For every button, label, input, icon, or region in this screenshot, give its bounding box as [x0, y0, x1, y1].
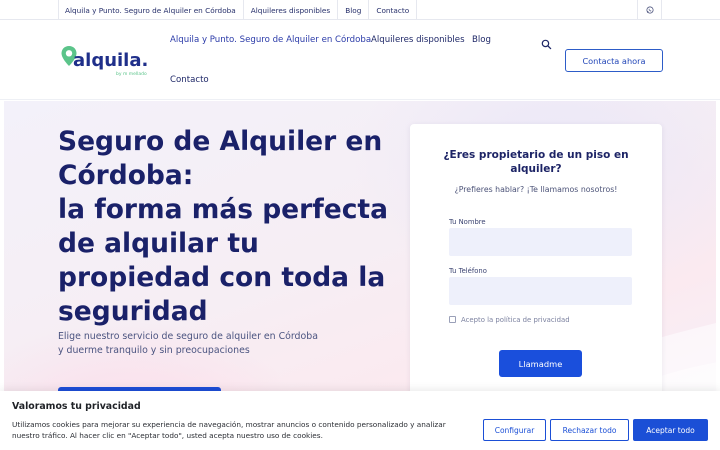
- site-header: alquila. by m mellado Alquila y Punto. S…: [0, 20, 720, 100]
- hero-subtitle-line: y duerme tranquilo y sin preocupaciones: [58, 345, 250, 356]
- whatsapp-link[interactable]: [637, 0, 662, 20]
- privacy-checkbox[interactable]: [449, 316, 456, 323]
- search-button[interactable]: [541, 35, 552, 50]
- cookie-accept-button[interactable]: Aceptar todo: [633, 419, 708, 441]
- name-input[interactable]: [449, 228, 632, 256]
- alquila-logo: alquila. by m mellado: [61, 46, 148, 77]
- svg-text:by m mellado: by m mellado: [116, 71, 147, 77]
- cookie-configure-button[interactable]: Configurar: [483, 419, 546, 441]
- hero-title-line: la forma más perfecta: [58, 194, 388, 225]
- contact-now-button[interactable]: Contacta ahora: [565, 49, 663, 72]
- nav-item-blog[interactable]: Blog: [472, 35, 491, 45]
- nav-item-contact[interactable]: Contacto: [170, 75, 209, 85]
- hero-title: Seguro de Alquiler en Córdoba: la forma …: [58, 125, 398, 329]
- form-title: ¿Eres propietario de un piso en alquiler…: [443, 149, 629, 175]
- nav-item-rentals[interactable]: Alquileres disponibles: [371, 35, 465, 45]
- hero-subtitle: Elige nuestro servicio de seguro de alqu…: [58, 330, 388, 358]
- search-icon: [541, 39, 552, 50]
- top-bar: Alquila y Punto. Seguro de Alquiler en C…: [0, 0, 720, 20]
- top-link-home[interactable]: Alquila y Punto. Seguro de Alquiler en C…: [58, 0, 244, 20]
- phone-input[interactable]: [449, 277, 632, 305]
- top-link-blog[interactable]: Blog: [338, 0, 370, 20]
- whatsapp-icon: [645, 6, 654, 14]
- top-bar-links: Alquila y Punto. Seguro de Alquiler en C…: [58, 0, 418, 20]
- cookie-banner: Valoramos tu privacidad Utilizamos cooki…: [0, 391, 720, 450]
- callback-form-card: ¿Eres propietario de un piso en alquiler…: [410, 124, 662, 404]
- hero-title-line: propiedad con toda la: [58, 262, 386, 293]
- privacy-label: Acepto la política de privacidad: [461, 316, 570, 324]
- hero-subtitle-line: Elige nuestro servicio de seguro de alqu…: [58, 331, 318, 342]
- call-me-button[interactable]: Llamadme: [499, 350, 582, 377]
- phone-label: Tu Teléfono: [449, 267, 487, 275]
- form-subtitle: ¿Prefieres hablar? ¡Te llamamos nosotros…: [454, 185, 618, 194]
- cookie-reject-button[interactable]: Rechazar todo: [550, 419, 629, 441]
- site-logo[interactable]: alquila. by m mellado: [60, 44, 156, 80]
- top-link-contact[interactable]: Contacto: [369, 0, 418, 20]
- hero-title-line: Seguro de Alquiler en: [58, 126, 383, 157]
- hero-title-line: seguridad: [58, 296, 208, 327]
- name-label: Tu Nombre: [449, 218, 486, 226]
- hero-title-line: Córdoba:: [58, 160, 194, 191]
- cookie-title: Valoramos tu privacidad: [12, 401, 141, 412]
- top-link-rentals[interactable]: Alquileres disponibles: [244, 0, 339, 20]
- svg-text:alquila.: alquila.: [73, 50, 148, 71]
- cookie-text: Utilizamos cookies para mejorar su exper…: [12, 420, 446, 440]
- hero-title-line: de alquilar tu: [58, 228, 259, 259]
- nav-item-home[interactable]: Alquila y Punto. Seguro de Alquiler en C…: [170, 35, 371, 45]
